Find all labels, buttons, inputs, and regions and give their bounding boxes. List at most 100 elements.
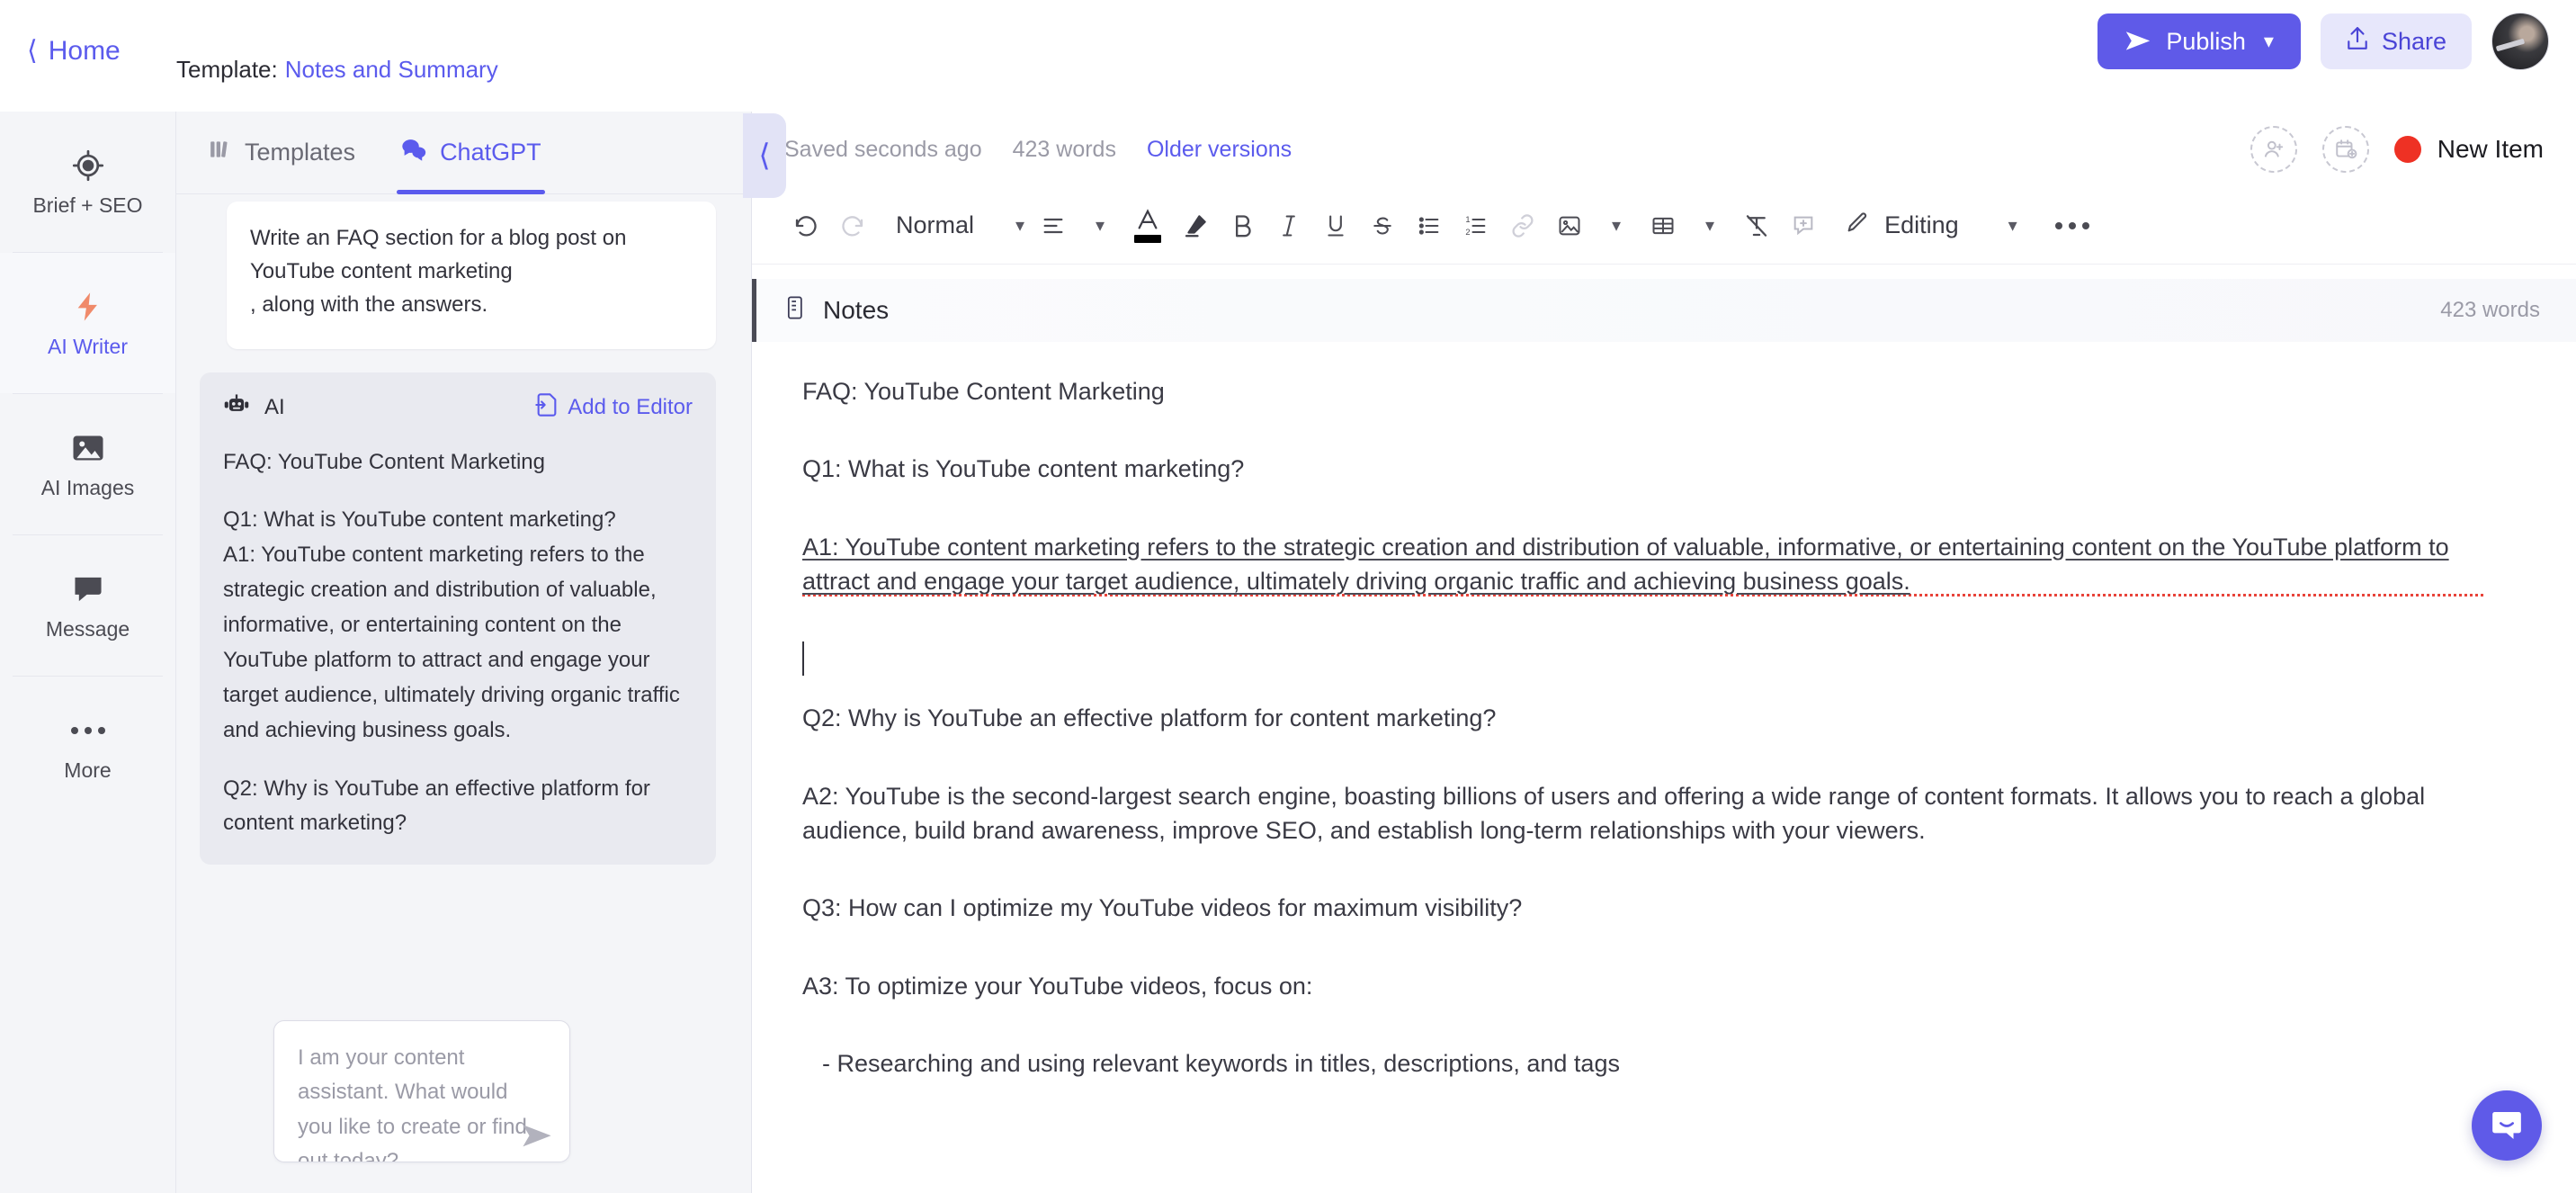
text-color-icon[interactable] (1123, 201, 1172, 251)
avatar[interactable] (2491, 13, 2549, 70)
share-button[interactable]: Share (2320, 13, 2472, 69)
ai-chat-panel: Templates ChatGPT Write an FAQ section f… (176, 112, 752, 1193)
document-paragraph[interactable]: - Researching and using relevant keyword… (802, 1046, 2486, 1081)
editing-mode-chevron[interactable]: ▾ (1990, 201, 2036, 251)
underline-icon[interactable] (1312, 201, 1359, 251)
intercom-chat-icon[interactable] (2472, 1090, 2542, 1161)
document-canvas[interactable]: Notes 423 words FAQ: YouTube Content Mar… (752, 265, 2576, 1193)
document-paragraph[interactable]: Q2: Why is YouTube an effective platform… (802, 701, 2486, 735)
robot-icon (223, 393, 250, 423)
upload-icon (2346, 26, 2369, 58)
svg-text:2: 2 (1465, 228, 1470, 237)
share-label: Share (2381, 27, 2446, 55)
image-dropdown-chevron[interactable]: ▾ (1593, 201, 1640, 251)
add-calendar-icon[interactable] (2321, 126, 2369, 173)
bold-icon[interactable] (1219, 201, 1266, 251)
document-paragraph-spellchecked[interactable]: A1: YouTube content marketing refers to … (802, 529, 2486, 599)
paragraph-style-dropdown[interactable]: Normal ▾ (876, 201, 1030, 251)
template-name-link[interactable]: Notes and Summary (285, 56, 498, 83)
ai-sender-label: AI (264, 395, 285, 420)
status-badge-dot (2393, 136, 2421, 163)
strikethrough-icon[interactable] (1359, 201, 1406, 251)
notes-word-count: 423 words (2440, 298, 2540, 322)
status-badge[interactable]: New Item (2437, 135, 2544, 164)
collapse-chat-panel-button[interactable]: ⟨ (743, 113, 786, 198)
lightning-bolt-icon (71, 290, 105, 324)
numbered-list-icon[interactable]: 1 2 (1453, 201, 1499, 251)
chat-ai-paragraph: Q1: What is YouTube content marketing? A… (223, 507, 680, 742)
ellipsis-icon (70, 713, 105, 748)
editor-status-right: New Item (2250, 126, 2544, 173)
tab-templates[interactable]: Templates (209, 112, 355, 194)
document-paragraph[interactable]: FAQ: YouTube Content Marketing (802, 374, 2486, 408)
home-back-link[interactable]: ⟨ Home (27, 36, 121, 67)
send-icon[interactable] (522, 1123, 552, 1150)
notes-section-header: Notes 423 words (752, 279, 2576, 342)
template-label: Template: (176, 56, 278, 83)
image-icon[interactable] (1546, 201, 1593, 251)
link-icon[interactable] (1499, 201, 1546, 251)
chevron-down-icon: ▾ (2008, 216, 2017, 236)
chevron-left-icon: ⟨ (758, 139, 771, 173)
chat-ai-header: AI Add to Editor (223, 392, 693, 424)
sidebar-item-more[interactable]: More (0, 677, 175, 817)
sidebar-item-ai-images[interactable]: AI Images (0, 394, 175, 534)
add-person-icon[interactable] (2250, 126, 2297, 173)
toolbar-more-button[interactable] (2049, 201, 2096, 251)
editing-mode-dropdown[interactable]: Editing (1827, 201, 1959, 251)
image-icon (71, 431, 105, 465)
undo-icon[interactable] (783, 201, 829, 251)
chevron-left-icon: ⟨ (27, 36, 38, 66)
text-color-swatch (1134, 235, 1162, 243)
document-bottom-fade (752, 1085, 2576, 1193)
top-bar-actions: Publish ▾ Share (2097, 13, 2549, 70)
templates-icon (209, 138, 232, 167)
chat-user-text: Write an FAQ section for a blog post on … (250, 226, 627, 318)
older-versions-link[interactable]: Older versions (1147, 137, 1292, 163)
chevron-down-icon: ▾ (1705, 216, 1715, 236)
document-paragraph[interactable]: A3: To optimize your YouTube videos, foc… (802, 969, 2486, 1003)
highlighter-icon[interactable] (1172, 201, 1219, 251)
add-comment-icon[interactable] (1780, 201, 1827, 251)
bullet-list-icon[interactable] (1406, 201, 1453, 251)
italic-icon[interactable] (1266, 201, 1312, 251)
chat-ai-body: FAQ: YouTube Content Marketing Q1: What … (223, 445, 693, 842)
app-root: ⟨ Home Template: Notes and Summary Publis… (0, 0, 2576, 1193)
ellipsis-icon (2054, 221, 2089, 229)
document-paragraph[interactable]: Q3: How can I optimize my YouTube videos… (802, 891, 2486, 925)
speech-bubble-icon (71, 572, 105, 606)
sidebar-item-message[interactable]: Message (0, 535, 175, 676)
sidebar-item-ai-writer[interactable]: AI Writer (0, 253, 175, 393)
document-paragraph[interactable]: Q1: What is YouTube content marketing? (802, 452, 2486, 486)
redo-icon[interactable] (829, 201, 876, 251)
chat-composer (273, 1020, 570, 1162)
document-body[interactable]: FAQ: YouTube Content Marketing Q1: What … (752, 342, 2576, 1081)
sidebar-item-label: Message (45, 616, 130, 641)
document-editor: Saved seconds ago 423 words Older versio… (752, 112, 2576, 1193)
document-icon (785, 295, 807, 327)
top-bar: ⟨ Home Template: Notes and Summary Publis… (0, 0, 2576, 112)
add-to-editor-label: Add to Editor (568, 395, 693, 420)
editor-status-left: Saved seconds ago 423 words Older versio… (784, 137, 1292, 163)
clear-formatting-icon[interactable] (1733, 201, 1780, 251)
chat-ai-paragraph: Q2: Why is YouTube an effective platform… (223, 776, 650, 836)
sidebar-item-label: AI Images (40, 475, 135, 499)
add-to-editor-button[interactable]: Add to Editor (535, 392, 693, 424)
text-caret (802, 641, 2486, 677)
tab-chatgpt[interactable]: ChatGPT (397, 112, 545, 194)
editor-toolbar: Normal ▾ ▾ 1 2 ▾ ▾ Editing ▾ (752, 187, 2576, 265)
template-breadcrumb: Template: Notes and Summary (176, 56, 498, 84)
chevron-down-icon: ▾ (1096, 216, 1105, 236)
sidebar-item-label: Brief + SEO (32, 193, 143, 217)
chat-bubbles-icon (400, 138, 427, 167)
table-icon[interactable] (1640, 201, 1686, 251)
publish-button[interactable]: Publish ▾ (2097, 13, 2301, 69)
chat-message-ai: AI Add to Editor FAQ: YouTube Content Ma… (200, 372, 716, 866)
document-paragraph[interactable]: A2: YouTube is the second-largest search… (802, 779, 2486, 848)
align-dropdown-chevron[interactable]: ▾ (1077, 201, 1123, 251)
table-dropdown-chevron[interactable]: ▾ (1686, 201, 1733, 251)
align-left-icon[interactable] (1030, 201, 1077, 251)
pencil-icon (1845, 210, 1870, 241)
sidebar-item-label: AI Writer (47, 334, 129, 358)
sidebar-item-brief-seo[interactable]: Brief + SEO (0, 112, 175, 252)
